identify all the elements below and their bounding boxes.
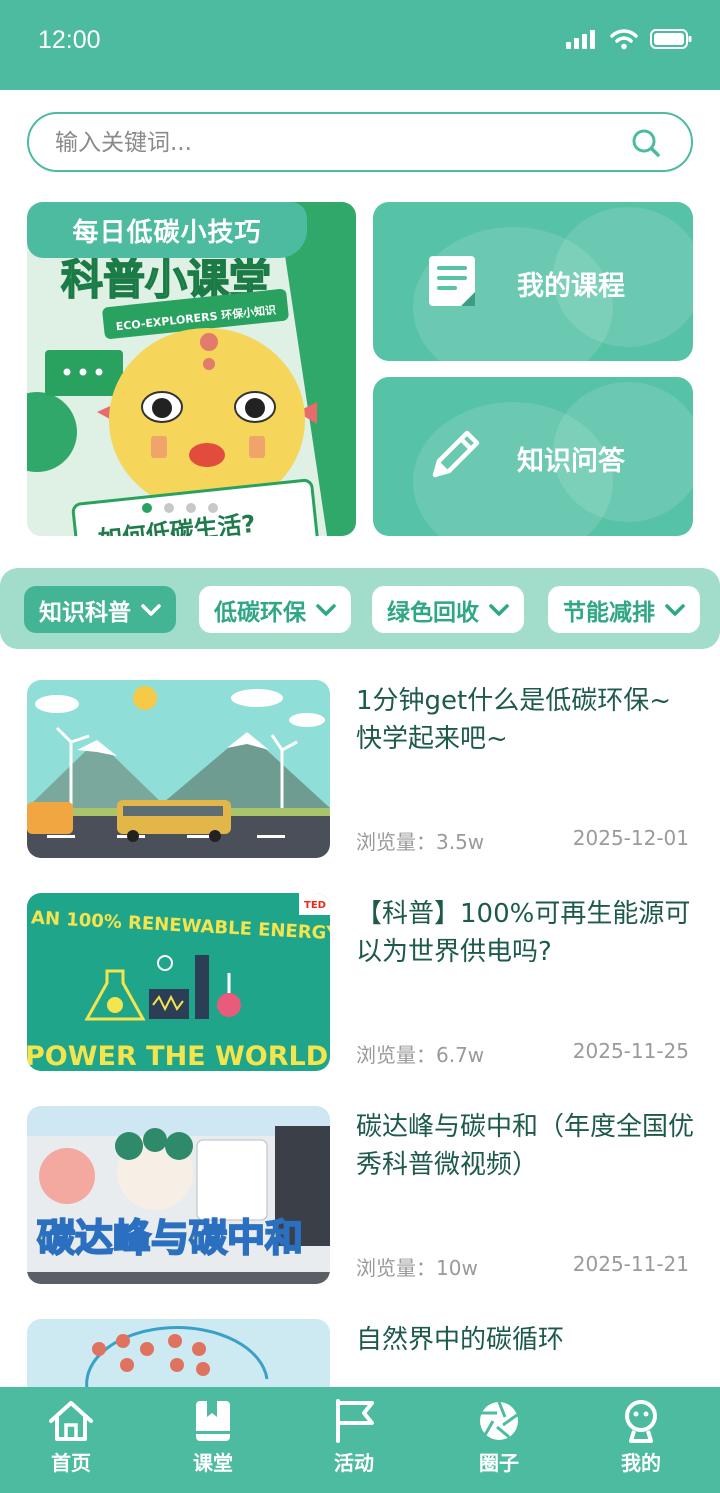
qa-label: 知识问答 <box>517 446 625 477</box>
article-date: 2025-11-21 <box>572 1252 689 1276</box>
chevron-down-icon <box>665 603 685 616</box>
category-label: 节能减排 <box>563 599 655 626</box>
article-views: 浏览量：10w <box>356 1256 478 1280</box>
article-title[interactable]: 1分钟get什么是低碳环保~快学起来吧~ <box>356 682 696 758</box>
thumb-text-bottom: POWER THE WORLD? <box>27 1041 330 1071</box>
category-chip-low-carbon[interactable]: 低碳环保 <box>199 586 351 633</box>
tab-home[interactable]: 首页 <box>21 1399 121 1489</box>
article-title[interactable]: 碳达峰与碳中和（年度全国优秀科普微视频） <box>356 1108 696 1184</box>
wind-city-illustration <box>27 680 330 858</box>
tab-activities[interactable]: 活动 <box>304 1399 404 1489</box>
tab-label: 活动 <box>334 1451 374 1475</box>
article-thumbnail[interactable]: AN 100% RENEWABLE ENERGY TED POWER THE W… <box>27 893 330 1071</box>
home-icon <box>49 1401 93 1441</box>
tab-label: 首页 <box>51 1451 91 1475</box>
ted-badge: TED <box>304 900 326 911</box>
article-item[interactable]: 碳达峰与碳中和 碳达峰与碳中和（年度全国优秀科普微视频） 浏览量：10w 202… <box>27 1106 696 1284</box>
thumb-text: 碳达峰与碳中和 <box>37 1216 303 1260</box>
pencil-icon <box>432 430 480 478</box>
article-views: 浏览量：6.7w <box>356 1043 485 1067</box>
category-bar: 知识科普 低碳环保 绿色回收 节能减排 <box>0 568 720 649</box>
tab-label: 我的 <box>621 1451 661 1475</box>
category-chip-recycling[interactable]: 绿色回收 <box>372 586 524 633</box>
article-item[interactable]: AN 100% RENEWABLE ENERGY TED POWER THE W… <box>27 893 693 1071</box>
signal-icon <box>566 30 595 49</box>
article-item[interactable]: 1分钟get什么是低碳环保~快学起来吧~ 浏览量：3.5w 2025-12-01 <box>27 680 693 858</box>
article-date: 2025-12-01 <box>572 826 689 850</box>
article-views: 浏览量：3.5w <box>356 830 485 854</box>
category-chip-science[interactable]: 知识科普 <box>24 586 176 633</box>
book-icon <box>196 1401 230 1441</box>
article-thumbnail[interactable] <box>27 680 330 858</box>
tab-profile[interactable]: 我的 <box>591 1399 691 1489</box>
tab-classroom[interactable]: 课堂 <box>163 1399 263 1489</box>
notebook-icon <box>429 256 475 306</box>
banner-pill: 每日低碳小技巧 <box>27 202 307 258</box>
status-time: 12:00 <box>38 26 101 54</box>
tab-circle[interactable]: 圈子 <box>449 1399 549 1489</box>
wifi-icon <box>610 29 638 50</box>
search-bar[interactable] <box>27 112 693 172</box>
profile-icon <box>625 1400 657 1443</box>
my-courses-card[interactable]: 我的课程 <box>373 202 693 361</box>
chevron-down-icon <box>316 603 336 616</box>
chevron-down-icon <box>489 603 509 616</box>
battery-icon <box>650 29 692 49</box>
tab-label: 圈子 <box>479 1451 519 1475</box>
bottom-tab-bar: 首页 课堂 活动 圈子 我的 <box>0 1387 720 1493</box>
category-label: 低碳环保 <box>214 599 306 626</box>
category-label: 绿色回收 <box>387 599 479 626</box>
article-title[interactable]: 【科普】100%可再生能源可以为世界供电吗? <box>356 895 696 971</box>
search-input[interactable] <box>55 124 635 162</box>
flag-icon <box>336 1399 374 1443</box>
article-thumbnail[interactable]: 碳达峰与碳中和 <box>27 1106 330 1284</box>
my-courses-label: 我的课程 <box>517 271 625 302</box>
article-date: 2025-11-25 <box>572 1039 689 1063</box>
status-bar: 12:00 <box>0 0 720 90</box>
qa-card[interactable]: 知识问答 <box>373 377 693 536</box>
chevron-down-icon <box>141 603 161 616</box>
search-icon[interactable] <box>631 128 661 158</box>
tab-label: 课堂 <box>193 1451 233 1475</box>
renewable-energy-illustration: AN 100% RENEWABLE ENERGY TED POWER THE W… <box>27 893 330 1071</box>
article-title[interactable]: 自然界中的碳循环 <box>356 1321 696 1359</box>
aperture-icon <box>480 1401 518 1440</box>
category-label: 知识科普 <box>39 599 131 626</box>
carbon-neutral-illustration: 碳达峰与碳中和 <box>27 1106 330 1284</box>
status-icons <box>566 28 692 50</box>
category-chip-energy-saving[interactable]: 节能减排 <box>548 586 700 633</box>
